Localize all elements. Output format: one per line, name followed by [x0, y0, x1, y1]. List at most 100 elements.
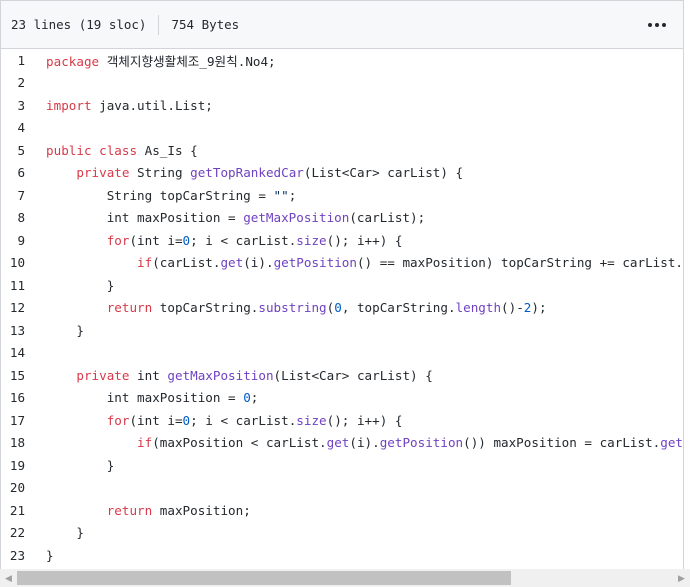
code-token: String: [129, 165, 191, 181]
code-token: import: [46, 97, 92, 113]
line-number[interactable]: 23: [1, 544, 25, 567]
code-token: if: [137, 255, 153, 271]
line-number[interactable]: 9: [1, 229, 25, 252]
code-token: (i).: [243, 255, 274, 271]
code-token: ()) maxPosition = carList.: [463, 435, 661, 451]
line-number[interactable]: 1: [1, 49, 25, 72]
code-token: ()-: [501, 300, 524, 316]
code-line: 14: [1, 342, 683, 365]
code-text: if(carList.get(i).getPosition() == maxPo…: [25, 252, 683, 275]
code-token: (int i=: [129, 412, 183, 428]
code-line: 5 public class As_Is {: [1, 139, 683, 162]
code-text: }: [25, 544, 683, 567]
code-line: 8 int maxPosition = getMaxPosition(carLi…: [1, 207, 683, 230]
code-token: String topCarString =: [46, 187, 274, 203]
code-line: 7 String topCarString = "";: [1, 184, 683, 207]
code-token: int maxPosition =: [46, 390, 244, 406]
line-number[interactable]: 14: [1, 342, 25, 365]
code-text: for(int i=0; i < carList.size(); i++) {: [25, 409, 683, 432]
line-number[interactable]: 12: [1, 297, 25, 320]
code-text: int maxPosition = getMaxPosition(carList…: [25, 207, 683, 230]
code-line: 9 for(int i=0; i < carList.size(); i++) …: [1, 229, 683, 252]
code-token: private: [76, 165, 130, 181]
code-token: (carList);: [349, 210, 426, 226]
line-number[interactable]: 13: [1, 319, 25, 342]
code-token: size: [296, 412, 327, 428]
code-token: java.util.List;: [91, 97, 213, 113]
code-file-box: 23 lines (19 sloc) 754 Bytes 1 package 객체…: [0, 0, 684, 587]
line-number[interactable]: 15: [1, 364, 25, 387]
code-token: () == maxPosition) topCarString += carLi…: [356, 255, 683, 271]
code-token: substring: [258, 300, 327, 316]
line-number[interactable]: 16: [1, 387, 25, 410]
code-line: 21 return maxPosition;: [1, 499, 683, 522]
code-token: getMaxPosition: [167, 367, 274, 383]
code-line: 16 int maxPosition = 0;: [1, 387, 683, 410]
line-number[interactable]: 20: [1, 477, 25, 500]
code-token: int: [129, 367, 168, 383]
file-size: 754 Bytes: [171, 17, 240, 32]
code-text: if(maxPosition < carList.get(i).getPosit…: [25, 432, 683, 455]
code-token: get: [660, 435, 683, 451]
code-line: 18 if(maxPosition < carList.get(i).getPo…: [1, 432, 683, 455]
code-token: (i).: [349, 435, 380, 451]
code-line: 19 }: [1, 454, 683, 477]
header-divider: [158, 14, 160, 35]
code-text: }: [25, 319, 683, 342]
file-info: 23 lines (19 sloc) 754 Bytes: [1, 14, 240, 35]
line-number[interactable]: 5: [1, 139, 25, 162]
code-token: (List<Car> carList) {: [273, 367, 433, 383]
line-number[interactable]: 19: [1, 454, 25, 477]
code-line: 1 package 객체지향생활체조_9원칙.No4;: [1, 49, 683, 72]
scroll-left-icon[interactable]: ◀: [0, 569, 17, 587]
code-token: ;: [250, 390, 259, 406]
kebab-horizontal-icon[interactable]: [645, 15, 669, 35]
scroll-right-icon[interactable]: ▶: [673, 569, 690, 587]
line-number[interactable]: 3: [1, 94, 25, 117]
line-number[interactable]: 18: [1, 432, 25, 455]
code-token: getPosition: [379, 435, 464, 451]
code-line: 20: [1, 477, 683, 500]
code-token: , topCarString.: [341, 300, 456, 316]
line-number[interactable]: 21: [1, 499, 25, 522]
code-token: }: [46, 457, 115, 473]
code-token: );: [531, 300, 547, 316]
code-viewer: 1 package 객체지향생활체조_9원칙.No4; 2 3 import java.…: [1, 49, 683, 570]
horizontal-scrollbar[interactable]: ◀ ▶: [0, 569, 690, 587]
line-number[interactable]: 8: [1, 207, 25, 230]
code-line: 17 for(int i=0; i < carList.size(); i++)…: [1, 409, 683, 432]
code-line: 4: [1, 117, 683, 140]
scrollbar-thumb[interactable]: [17, 571, 511, 585]
code-text: int maxPosition = 0;: [25, 387, 683, 410]
code-line: 15 private int getMaxPosition(List<Car> …: [1, 364, 683, 387]
code-token: return: [106, 502, 153, 518]
line-number[interactable]: 6: [1, 162, 25, 185]
code-line: 22 }: [1, 522, 683, 545]
code-text: package 객체지향생활체조_9원칙.No4;: [25, 49, 683, 72]
code-token: getPosition: [273, 255, 357, 271]
code-line: 11 }: [1, 274, 683, 297]
line-number[interactable]: 11: [1, 274, 25, 297]
line-number[interactable]: 10: [1, 252, 25, 275]
line-number[interactable]: 2: [1, 72, 25, 95]
code-token: int maxPosition =: [46, 210, 244, 226]
line-number[interactable]: 17: [1, 409, 25, 432]
code-token: if: [137, 435, 153, 451]
code-text: [25, 477, 683, 500]
code-text: }: [25, 274, 683, 297]
line-number[interactable]: 4: [1, 117, 25, 140]
code-text: for(int i=0; i < carList.size(); i++) {: [25, 229, 683, 252]
code-token: get: [220, 255, 244, 271]
line-number[interactable]: 7: [1, 184, 25, 207]
code-token: }: [46, 277, 115, 293]
code-token: (); i++) {: [326, 232, 403, 248]
line-number[interactable]: 22: [1, 522, 25, 545]
code-token: 0: [334, 300, 342, 316]
code-text: public class As_Is {: [25, 139, 683, 162]
code-text: private String getTopRankedCar(List<Car>…: [25, 162, 683, 185]
code-token: 객체지향생활체조_9원칙.No4;: [99, 53, 276, 69]
